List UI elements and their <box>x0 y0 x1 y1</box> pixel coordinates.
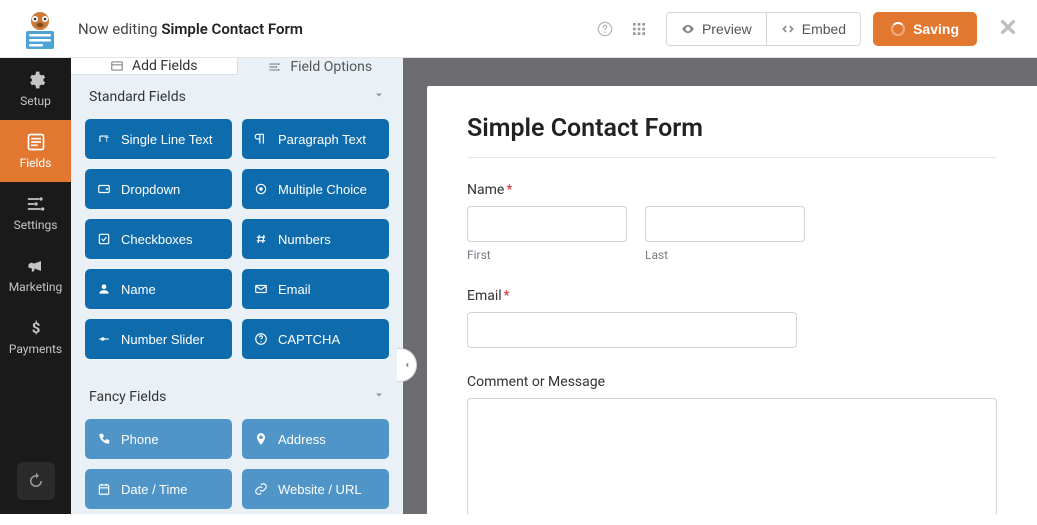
email-label: Email* <box>467 288 997 304</box>
field-dropdown[interactable]: Dropdown <box>85 169 232 209</box>
main-nav-rail: Setup Fields Settings Marketing $ Paymen… <box>0 58 71 514</box>
field-block-name[interactable]: Name* First Last <box>467 182 997 262</box>
preview-label: Preview <box>702 21 752 37</box>
form-name: Simple Contact Form <box>161 20 303 38</box>
field-block-comment[interactable]: Comment or Message <box>467 374 997 514</box>
comment-label: Comment or Message <box>467 374 997 390</box>
nav-settings[interactable]: Settings <box>0 182 71 244</box>
dollar-icon: $ <box>26 318 46 338</box>
saving-spinner-icon <box>891 22 905 36</box>
nav-marketing[interactable]: Marketing <box>0 244 71 306</box>
wpforms-logo <box>18 7 62 51</box>
group-fancy-label: Fancy Fields <box>89 389 166 405</box>
required-asterisk: * <box>506 182 512 198</box>
field-block-email[interactable]: Email* <box>467 288 997 348</box>
form-title: Simple Contact Form <box>467 114 997 143</box>
field-date-time[interactable]: Date / Time <box>85 469 232 509</box>
field-number-slider[interactable]: Number Slider <box>85 319 232 359</box>
layout-icon <box>110 59 124 73</box>
field-email[interactable]: Email <box>242 269 389 309</box>
apps-grid-icon[interactable] <box>622 12 656 46</box>
now-editing: Now editing Simple Contact Form <box>78 20 303 38</box>
last-name-input[interactable] <box>645 206 805 242</box>
nav-setup-label: Setup <box>20 94 51 108</box>
nav-settings-label: Settings <box>14 218 58 232</box>
required-asterisk: * <box>504 288 510 304</box>
embed-button[interactable]: Embed <box>766 13 860 45</box>
nav-marketing-label: Marketing <box>9 280 63 294</box>
form-icon <box>26 132 46 152</box>
field-single-line-text[interactable]: TSingle Line Text <box>85 119 232 159</box>
field-paragraph-text[interactable]: Paragraph Text <box>242 119 389 159</box>
history-icon <box>27 472 45 490</box>
preview-button[interactable]: Preview <box>667 13 766 45</box>
eye-icon <box>681 22 695 36</box>
save-label: Saving <box>913 21 959 37</box>
field-multiple-choice[interactable]: Multiple Choice <box>242 169 389 209</box>
options-icon <box>268 60 282 74</box>
tab-add-fields-label: Add Fields <box>132 58 198 74</box>
divider <box>467 157 997 158</box>
tab-field-options-label: Field Options <box>290 59 372 75</box>
last-sublabel: Last <box>645 248 805 262</box>
nav-payments-label: Payments <box>9 342 62 356</box>
nav-setup[interactable]: Setup <box>0 58 71 120</box>
bullhorn-icon <box>26 256 46 276</box>
sliders-icon <box>26 194 46 214</box>
nav-fields-label: Fields <box>20 156 52 170</box>
help-icon[interactable] <box>588 12 622 46</box>
group-fancy-fields[interactable]: Fancy Fields <box>71 375 403 419</box>
field-phone[interactable]: Phone <box>85 419 232 459</box>
field-checkboxes[interactable]: Checkboxes <box>85 219 232 259</box>
embed-label: Embed <box>802 21 846 37</box>
save-button[interactable]: Saving <box>873 12 977 46</box>
preview-area: Simple Contact Form Name* First Last <box>403 58 1037 514</box>
field-numbers[interactable]: Numbers <box>242 219 389 259</box>
group-standard-label: Standard Fields <box>89 89 186 105</box>
field-captcha[interactable]: CAPTCHA <box>242 319 389 359</box>
first-sublabel: First <box>467 248 627 262</box>
now-editing-prefix: Now editing <box>78 20 158 38</box>
close-builder-button[interactable] <box>997 16 1019 42</box>
nav-fields[interactable]: Fields <box>0 120 71 182</box>
nav-payments[interactable]: $ Payments <box>0 306 71 368</box>
email-input[interactable] <box>467 312 797 348</box>
chevron-down-icon <box>373 389 385 405</box>
code-icon <box>781 22 795 36</box>
fields-panel: Add Fields Field Options Standard Fields… <box>71 58 403 514</box>
name-label: Name* <box>467 182 997 198</box>
field-address[interactable]: Address <box>242 419 389 459</box>
field-website-url[interactable]: Website / URL <box>242 469 389 509</box>
close-icon <box>997 16 1019 38</box>
field-name[interactable]: Name <box>85 269 232 309</box>
chevron-down-icon <box>373 89 385 105</box>
svg-text:T: T <box>105 137 110 144</box>
gear-icon <box>26 70 46 90</box>
tab-add-fields[interactable]: Add Fields <box>71 58 238 75</box>
chevron-left-icon <box>402 360 412 370</box>
group-standard-fields[interactable]: Standard Fields <box>71 75 403 119</box>
first-name-input[interactable] <box>467 206 627 242</box>
comment-textarea[interactable] <box>467 398 997 514</box>
tab-field-options[interactable]: Field Options <box>238 58 404 75</box>
revisions-button[interactable] <box>17 462 55 500</box>
svg-text:$: $ <box>31 319 40 337</box>
